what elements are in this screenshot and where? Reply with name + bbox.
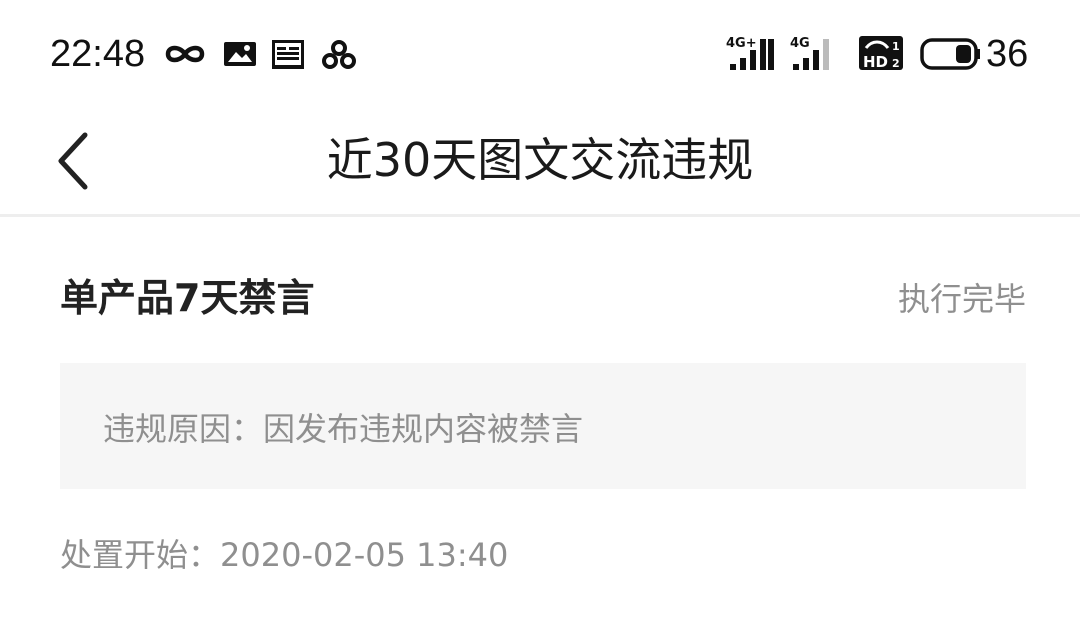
chevron-left-icon — [58, 132, 88, 190]
battery-level: 36 — [986, 33, 1029, 75]
status-bar: 22:48 4G+ 4G HD 1 2 36 — [0, 0, 1080, 108]
pinwheel-icon — [320, 36, 358, 72]
status-time: 22:48 — [50, 33, 146, 75]
reason-text: 违规原因：因发布违规内容被禁言 — [103, 410, 584, 448]
signal-4g-plus-icon: 4G+ — [726, 34, 776, 70]
battery-icon — [920, 36, 982, 72]
header: 近30天图文交流违规 — [0, 108, 1080, 216]
back-button[interactable] — [40, 118, 110, 204]
svg-text:2: 2 — [892, 57, 900, 70]
svg-text:1: 1 — [892, 40, 900, 53]
record-title: 单产品7天禁言 — [60, 276, 315, 320]
hd-volte-icon: HD 1 2 — [858, 34, 904, 71]
hd-label: HD — [863, 53, 888, 71]
record-status: 执行完毕 — [897, 280, 1026, 318]
image-message-icon — [222, 36, 258, 72]
toutiao-icon — [270, 36, 306, 72]
signal-4g-plus-label: 4G+ — [726, 36, 757, 51]
signal-4g-label: 4G — [790, 36, 810, 51]
start-time: 处置开始：2020-02-05 13:40 — [60, 536, 509, 574]
signal-4g-icon: 4G — [790, 34, 836, 70]
header-divider — [0, 214, 1080, 217]
reason-box: 违规原因：因发布违规内容被禁言 — [60, 363, 1026, 489]
infinity-icon — [162, 36, 208, 72]
page-title: 近30天图文交流违规 — [326, 133, 754, 187]
